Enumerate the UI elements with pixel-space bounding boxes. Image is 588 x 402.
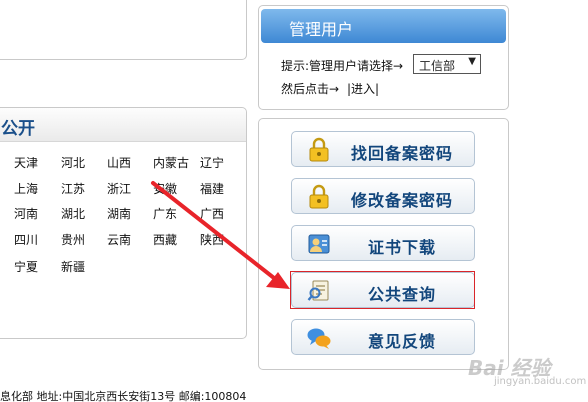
chevron-down-icon: ▼ [468,56,476,67]
province-link[interactable]: 广西 [200,205,224,222]
lock-icon [306,137,332,163]
recover-password-button[interactable]: 找回备案密码 [291,131,475,167]
manage-then-text: 然后点击→ [281,82,340,96]
province-link[interactable]: 四川 [14,231,38,248]
region-panel-title: 公开 [1,119,35,139]
annotation-highlight-box [290,271,475,309]
user-certificate-icon [306,231,332,257]
province-link[interactable]: 浙江 [107,180,131,197]
province-link[interactable]: 内蒙古 [153,154,189,171]
province-link[interactable]: 宁夏 [14,258,38,275]
province-link[interactable]: 湖北 [61,205,85,222]
province-link[interactable]: 安徽 [153,180,177,197]
watermark-subtext: jingyan.baidu.com [494,376,587,387]
province-link[interactable]: 天津 [14,154,38,171]
certificate-download-button[interactable]: 证书下载 [291,225,475,261]
feedback-button[interactable]: 意见反馈 [291,319,475,355]
province-link[interactable]: 云南 [107,231,131,248]
province-link[interactable]: 湖南 [107,205,131,222]
lock-icon [306,184,332,210]
manage-user-title: 管理用户 [289,20,354,39]
certificate-download-label: 证书下载 [367,238,436,257]
manage-user-panel: 管理用户 提示:管理用户请选择→ 工信部 ▼ 然后点击→ |进入| [258,5,509,110]
manage-user-header: 管理用户 [261,9,506,43]
province-link[interactable]: 贵州 [61,231,85,248]
province-link[interactable]: 上海 [14,180,38,197]
chat-bubbles-icon [306,325,332,351]
footer-address: 息化部 地址:中国北京西长安街13号 邮编:100804 [0,390,247,402]
recover-password-label: 找回备案密码 [350,144,453,163]
feedback-label: 意见反馈 [367,332,436,351]
modify-password-button[interactable]: 修改备案密码 [291,178,475,214]
province-link[interactable]: 辽宁 [200,154,224,171]
top-left-panel [0,0,247,60]
province-link[interactable]: 山西 [107,154,131,171]
province-link[interactable]: 江苏 [61,180,85,197]
department-select-value: 工信部 [419,59,456,73]
province-link[interactable]: 陕西 [200,231,224,248]
department-select[interactable]: 工信部 ▼ [413,54,481,74]
province-link[interactable]: 西藏 [153,231,177,248]
services-panel: 找回备案密码 修改备案密码 证书下载 公共查询 意见反馈 [258,118,509,370]
province-link[interactable]: 新疆 [61,258,85,275]
province-link[interactable]: 福建 [200,180,224,197]
enter-link[interactable]: |进入| [347,80,379,97]
watermark-logo: Bai 经验 jingyan.baidu.com [454,349,586,389]
manage-hint: 提示:管理用户请选择→ [281,59,404,73]
region-panel-header: 公开 [0,108,246,142]
modify-password-label: 修改备案密码 [350,191,453,210]
province-link[interactable]: 河北 [61,154,85,171]
province-link[interactable]: 广东 [153,205,177,222]
province-link[interactable]: 河南 [14,205,38,222]
region-panel: 公开 天津 河北 山西 内蒙古 辽宁 上海 江苏 浙江 安徽 福建 河南 湖北 … [0,107,247,339]
